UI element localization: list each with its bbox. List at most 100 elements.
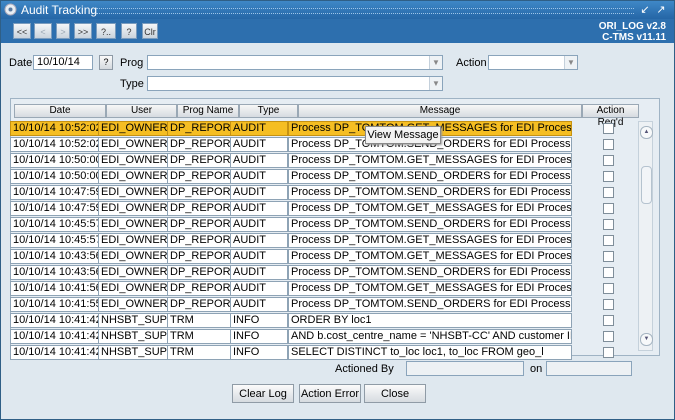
- header-col-action-reqd[interactable]: Action Req'd: [582, 104, 639, 128]
- cell-message[interactable]: ORDER BY loc1: [288, 313, 572, 328]
- cell-message[interactable]: Process DP_TOMTOM.SEND_ORDERS for EDI Pr…: [288, 297, 572, 312]
- cell-user[interactable]: EDI_OWNER: [98, 217, 168, 232]
- type-select[interactable]: ▼: [147, 76, 443, 91]
- cell-user[interactable]: EDI_OWNER: [98, 249, 168, 264]
- toolbar-button[interactable]: >: [56, 23, 70, 39]
- action-required-checkbox[interactable]: [603, 219, 614, 230]
- cell-message[interactable]: Process DP_TOMTOM.SEND_ORDERS for EDI Pr…: [288, 169, 572, 184]
- cell-message[interactable]: AND b.cost_centre_name = 'NHSBT-CC' AND …: [288, 329, 572, 344]
- cell-user[interactable]: EDI_OWNER: [98, 137, 168, 152]
- cell-user[interactable]: NHSBT_SUPE: [98, 345, 168, 360]
- cell-type[interactable]: AUDIT: [230, 169, 288, 184]
- cell-date[interactable]: 10/10/14 10:43:56: [10, 265, 100, 280]
- cell-prog[interactable]: DP_REPORT: [167, 233, 231, 248]
- action-required-checkbox[interactable]: [603, 187, 614, 198]
- cell-message[interactable]: Process DP_TOMTOM.GET_MESSAGES for EDI P…: [288, 233, 572, 248]
- cell-prog[interactable]: DP_REPORT: [167, 153, 231, 168]
- cell-type[interactable]: AUDIT: [230, 201, 288, 216]
- cell-prog[interactable]: DP_REPORT: [167, 185, 231, 200]
- cell-date[interactable]: 10/10/14 10:45:57: [10, 217, 100, 232]
- toolbar-button[interactable]: Clr: [142, 23, 158, 39]
- cell-date[interactable]: 10/10/14 10:41:55: [10, 297, 100, 312]
- cell-date[interactable]: 10/10/14 10:47:59: [10, 201, 100, 216]
- header-col-date[interactable]: Date: [14, 104, 106, 118]
- title-bar[interactable]: Audit Tracking ↙ ↗: [1, 1, 674, 19]
- cell-user[interactable]: EDI_OWNER: [98, 281, 168, 296]
- scroll-down-icon[interactable]: ▼: [640, 333, 653, 346]
- action-select[interactable]: ▼: [488, 55, 578, 70]
- cell-user[interactable]: EDI_OWNER: [98, 121, 168, 136]
- chevron-down-icon[interactable]: ▼: [564, 56, 577, 69]
- action-required-checkbox[interactable]: [603, 315, 614, 326]
- chevron-down-icon[interactable]: ▼: [429, 77, 442, 90]
- toolbar-button[interactable]: <<: [13, 23, 31, 39]
- cell-prog[interactable]: DP_REPORT: [167, 121, 231, 136]
- cell-message[interactable]: Process DP_TOMTOM.GET_MESSAGES for EDI P…: [288, 201, 572, 216]
- cell-prog[interactable]: DP_REPORT: [167, 169, 231, 184]
- cell-date[interactable]: 10/10/14 10:47:59: [10, 185, 100, 200]
- scroll-up-icon[interactable]: ▲: [640, 126, 653, 139]
- action-required-checkbox[interactable]: [603, 251, 614, 262]
- cell-message[interactable]: Process DP_TOMTOM.SEND_ORDERS for EDI Pr…: [288, 217, 572, 232]
- cell-type[interactable]: AUDIT: [230, 265, 288, 280]
- header-col-message[interactable]: Message: [298, 104, 582, 118]
- action-required-checkbox[interactable]: [603, 267, 614, 278]
- cell-prog[interactable]: TRM: [167, 313, 231, 328]
- cell-user[interactable]: EDI_OWNER: [98, 185, 168, 200]
- cell-message[interactable]: Process DP_TOMTOM.GET_MESSAGES for EDI P…: [288, 249, 572, 264]
- action-required-checkbox[interactable]: [603, 299, 614, 310]
- action-required-checkbox[interactable]: [603, 203, 614, 214]
- cell-type[interactable]: AUDIT: [230, 153, 288, 168]
- cell-message[interactable]: Process DP_TOMTOM.SEND_ORDERS for EDI Pr…: [288, 185, 572, 200]
- cell-type[interactable]: AUDIT: [230, 185, 288, 200]
- cell-message[interactable]: Process DP_TOMTOM.GET_MESSAGES for EDI P…: [288, 153, 572, 168]
- action-required-checkbox[interactable]: [603, 139, 614, 150]
- cell-type[interactable]: AUDIT: [230, 121, 288, 136]
- toolbar-button[interactable]: ?..: [96, 23, 116, 39]
- cell-type[interactable]: AUDIT: [230, 233, 288, 248]
- cell-prog[interactable]: TRM: [167, 329, 231, 344]
- cell-message[interactable]: SELECT DISTINCT to_loc loc1, to_loc FROM…: [288, 345, 572, 360]
- cell-date[interactable]: 10/10/14 10:52:02: [10, 137, 100, 152]
- action-required-checkbox[interactable]: [603, 235, 614, 246]
- cell-date[interactable]: 10/10/14 10:45:57: [10, 233, 100, 248]
- cell-type[interactable]: INFO: [230, 329, 288, 344]
- cell-type[interactable]: AUDIT: [230, 297, 288, 312]
- cell-user[interactable]: EDI_OWNER: [98, 153, 168, 168]
- prog-select[interactable]: ▼: [147, 55, 443, 70]
- cell-prog[interactable]: DP_REPORT: [167, 249, 231, 264]
- clear-log-button[interactable]: Clear Log: [232, 384, 294, 403]
- cell-type[interactable]: AUDIT: [230, 249, 288, 264]
- cell-prog[interactable]: DP_REPORT: [167, 217, 231, 232]
- maximize-icon[interactable]: ↗: [654, 3, 668, 17]
- action-required-checkbox[interactable]: [603, 347, 614, 358]
- cell-prog[interactable]: TRM: [167, 345, 231, 360]
- cell-date[interactable]: 10/10/14 10:50:00: [10, 153, 100, 168]
- toolbar-button[interactable]: ?: [121, 23, 137, 39]
- cell-user[interactable]: EDI_OWNER: [98, 169, 168, 184]
- cell-type[interactable]: AUDIT: [230, 281, 288, 296]
- action-required-checkbox[interactable]: [603, 331, 614, 342]
- cell-prog[interactable]: DP_REPORT: [167, 281, 231, 296]
- chevron-down-icon[interactable]: ▼: [429, 56, 442, 69]
- cell-type[interactable]: AUDIT: [230, 217, 288, 232]
- toolbar-button[interactable]: <: [34, 23, 52, 39]
- action-required-checkbox[interactable]: [603, 155, 614, 166]
- toolbar-button[interactable]: >>: [74, 23, 92, 39]
- close-button[interactable]: Close: [364, 384, 426, 403]
- cell-date[interactable]: 10/10/14 10:43:56: [10, 249, 100, 264]
- cell-date[interactable]: 10/10/14 10:52:02: [10, 121, 100, 136]
- cell-message[interactable]: Process DP_TOMTOM.SEND_ORDERS for EDI Pr…: [288, 265, 572, 280]
- cell-date[interactable]: 10/10/14 10:41:42: [10, 345, 100, 360]
- header-col-user[interactable]: User: [106, 104, 177, 118]
- cell-user[interactable]: NHSBT_SUPE: [98, 329, 168, 344]
- action-required-checkbox[interactable]: [603, 171, 614, 182]
- cell-user[interactable]: EDI_OWNER: [98, 297, 168, 312]
- cell-message[interactable]: Process DP_TOMTOM.GET_MESSAGES for EDI P…: [288, 281, 572, 296]
- action-error-button[interactable]: Action Error: [299, 384, 361, 403]
- cell-prog[interactable]: DP_REPORT: [167, 265, 231, 280]
- cell-date[interactable]: 10/10/14 10:41:42: [10, 313, 100, 328]
- cell-prog[interactable]: DP_REPORT: [167, 297, 231, 312]
- cell-date[interactable]: 10/10/14 10:50:00: [10, 169, 100, 184]
- cell-prog[interactable]: DP_REPORT: [167, 201, 231, 216]
